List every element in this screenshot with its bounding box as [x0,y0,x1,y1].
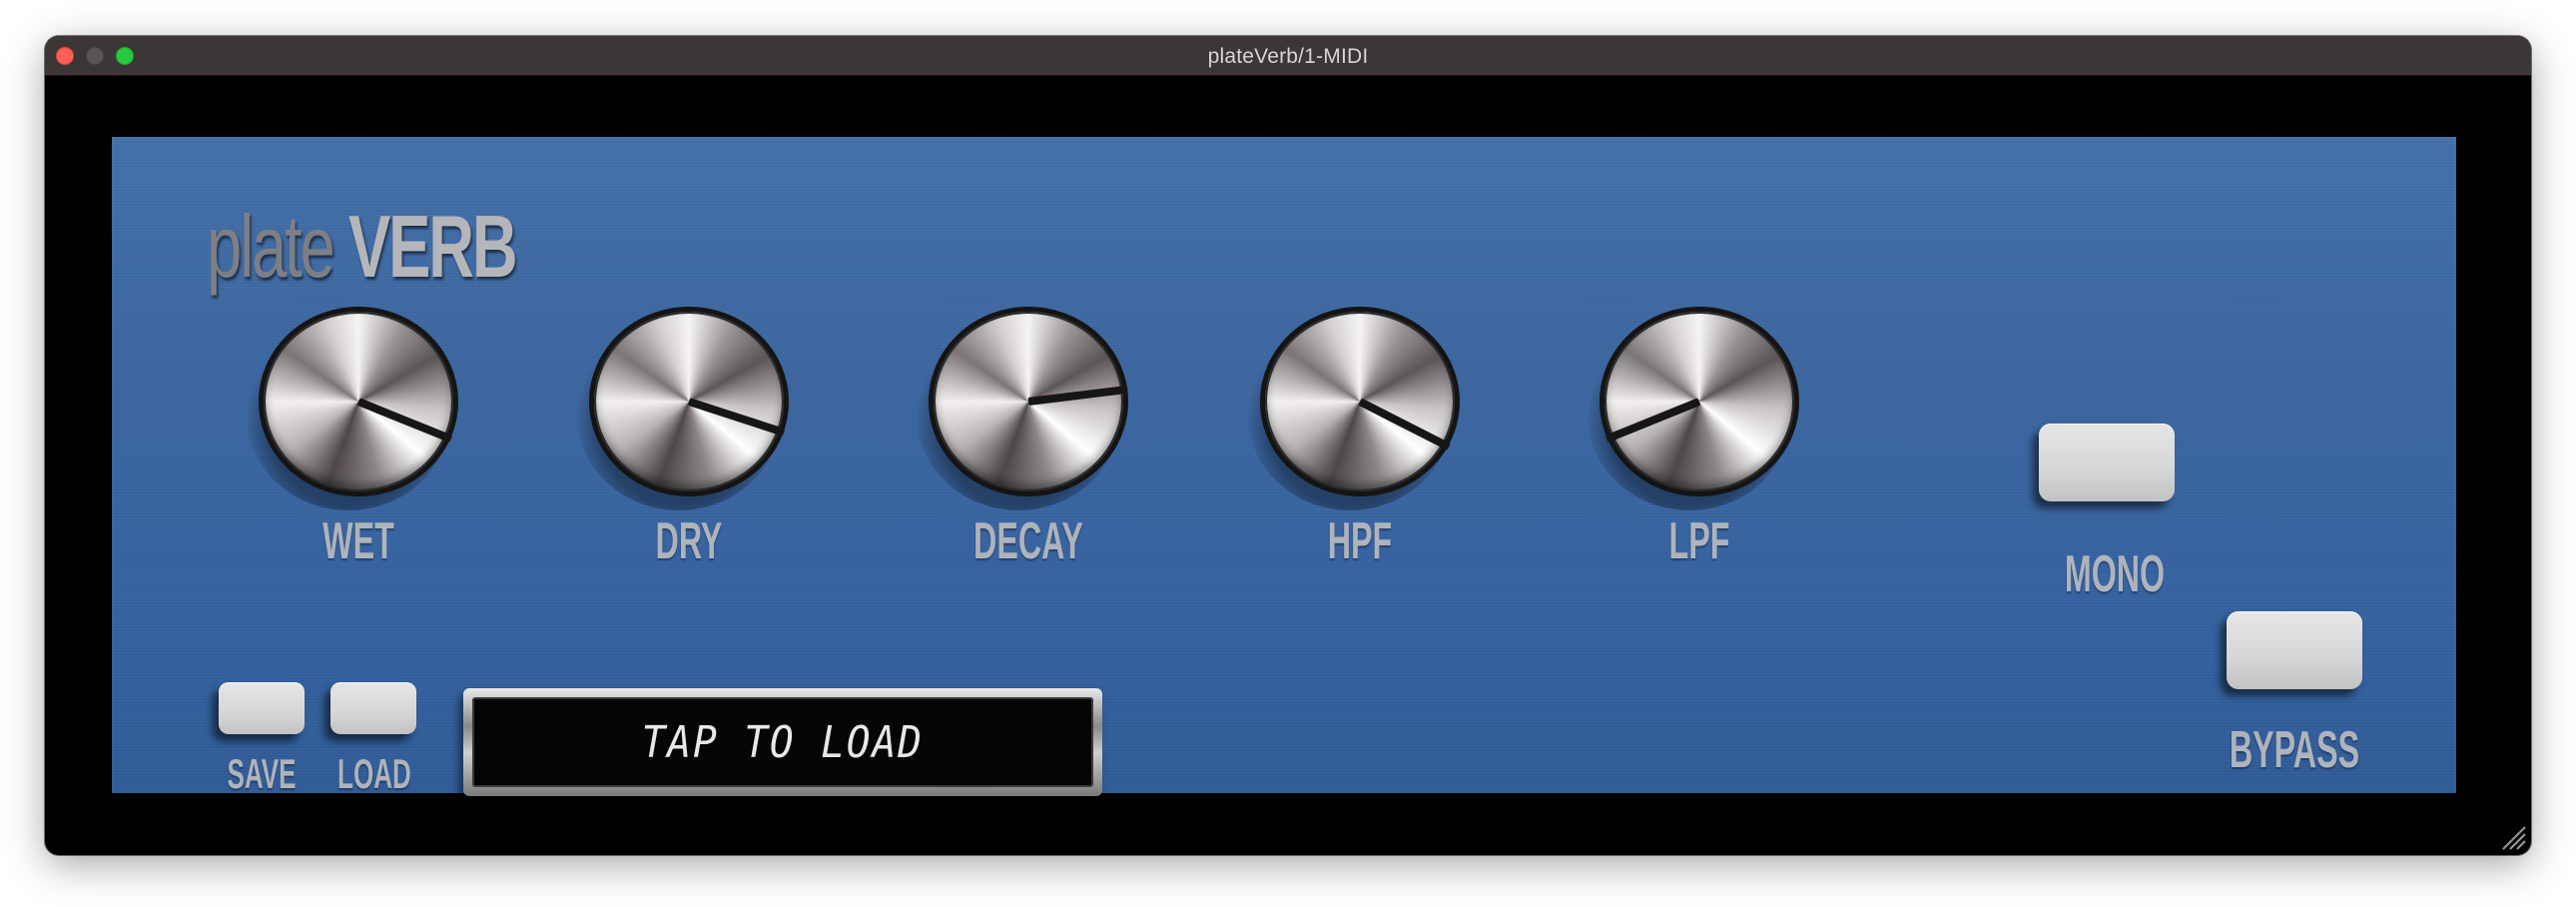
decay-knob-group [917,307,1128,510]
bypass-label: BYPASS [2229,721,2360,779]
knob-pointer [1027,385,1128,406]
save-button[interactable] [219,682,305,734]
lpf-knob-group [1588,307,1799,510]
knob-pointer [1358,398,1451,451]
preset-display[interactable]: TAP TO LOAD [463,688,1102,796]
title-bar[interactable]: plateVerb/1-MIDI [45,36,2531,76]
logo-verb-text: VERB [348,197,518,296]
resize-grip-icon[interactable] [2497,821,2527,851]
save-label: SAVE [227,750,297,797]
plateverb-logo: plate VERB [207,192,518,302]
hpf-label: HPF [1327,512,1393,570]
knob-pointer [1605,398,1701,444]
dry-knob-group [577,307,789,510]
mono-label: MONO [2064,545,2166,603]
dry-knob[interactable] [589,307,789,496]
plugin-window: plateVerb/1-MIDI plate VERB WET DRY DECA… [45,36,2531,855]
wet-knob[interactable] [259,307,458,496]
preset-display-screen: TAP TO LOAD [472,697,1093,787]
plugin-panel: plate VERB WET DRY DECAY HPF LPF MONO BY… [112,137,2456,797]
knob-pointer [687,398,786,437]
load-label: LOAD [337,750,411,797]
lpf-knob[interactable] [1600,307,1799,496]
window-title: plateVerb/1-MIDI [1207,45,1369,68]
bypass-button[interactable] [2227,611,2362,689]
lpf-label: LPF [1668,512,1730,570]
mono-button[interactable] [2039,424,2175,501]
decay-knob[interactable] [929,307,1128,496]
hpf-knob-group [1248,307,1460,510]
preset-display-text: TAP TO LOAD [641,716,925,768]
knob-pointer [356,398,453,444]
hpf-knob[interactable] [1260,307,1460,496]
decay-label: DECAY [973,512,1083,570]
logo-plate-text: plate [207,197,335,296]
wet-knob-group [247,307,458,510]
wet-label: WET [322,512,394,570]
dry-label: DRY [655,512,723,570]
load-button[interactable] [330,682,416,734]
